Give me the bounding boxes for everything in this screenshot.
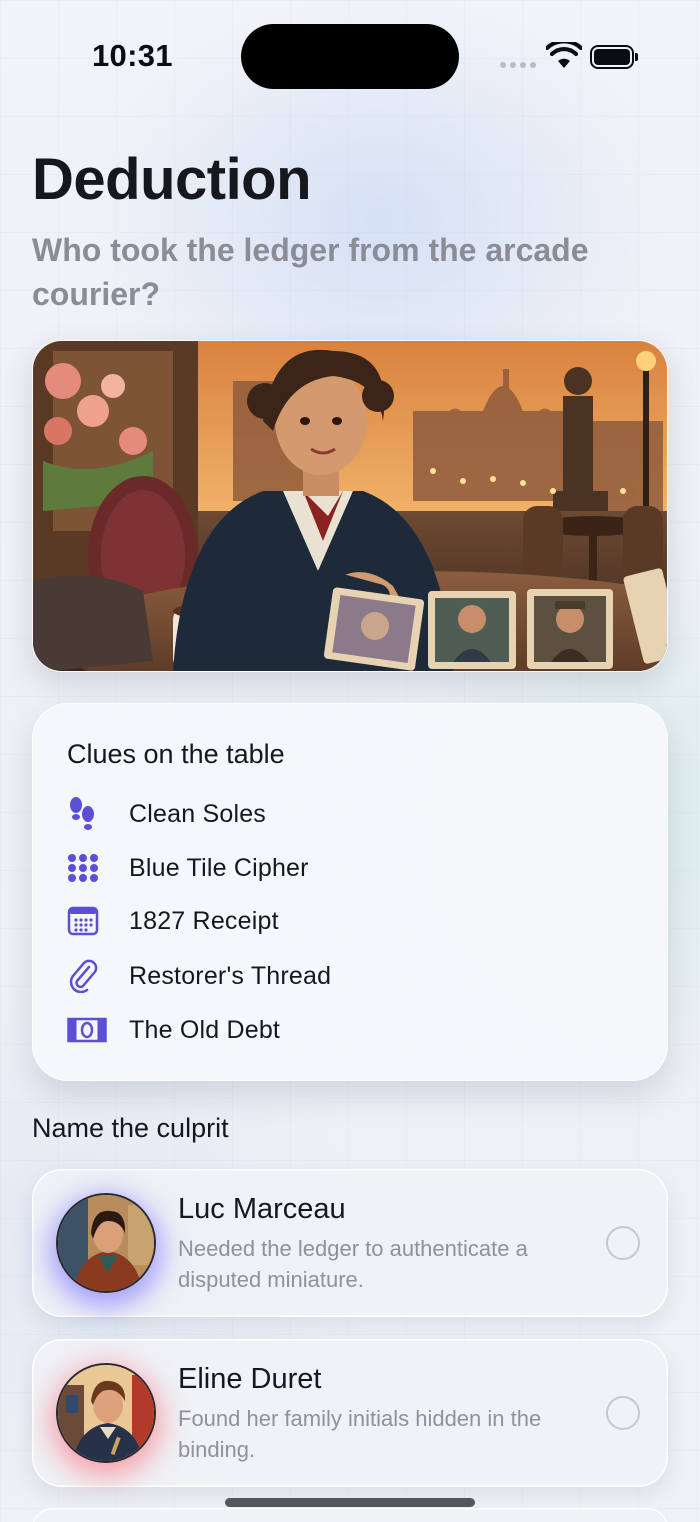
banknote-icon [67, 1010, 109, 1050]
radio-button[interactable] [606, 1226, 640, 1260]
section-label: Name the culprit [32, 1113, 229, 1143]
suspect-option-partial[interactable] [32, 1508, 668, 1522]
footprints-icon [67, 794, 109, 834]
status-time: 10:31 [92, 38, 173, 73]
radio-button[interactable] [606, 1396, 640, 1430]
suspect-option-luc-marceau[interactable]: Luc Marceau Needed the ledger to authent… [32, 1169, 668, 1317]
suspect-name: Eline Duret [178, 1363, 322, 1395]
suspect-name: Luc Marceau [178, 1193, 346, 1225]
hero-illustration [32, 340, 668, 672]
clue-label: Clean Soles [129, 799, 267, 828]
paperclip-icon [67, 956, 109, 996]
suspect-option-eline-duret[interactable]: Eline Duret Found her family initials hi… [32, 1339, 668, 1487]
home-indicator[interactable] [225, 1498, 475, 1507]
dynamic-island [241, 24, 459, 89]
clue-label: Restorer's Thread [129, 961, 332, 990]
clues-title: Clues on the table [67, 739, 285, 769]
page-title: Deduction [32, 147, 312, 212]
avatar [56, 1363, 156, 1463]
clue-item: Restorer's Thread [67, 956, 331, 996]
calendar-icon [67, 901, 109, 941]
clue-item: 1827 Receipt [67, 901, 279, 941]
battery-icon [590, 45, 638, 69]
clues-card: Clues on the table Clean Soles Blue Tile… [32, 703, 668, 1081]
page-subtitle: Who took the ledger from the arcade cour… [32, 232, 589, 312]
suspect-description: Found her family initials hidden in the … [178, 1406, 542, 1462]
clue-label: 1827 Receipt [129, 906, 279, 935]
clue-label: The Old Debt [129, 1015, 281, 1044]
suspect-description: Needed the ledger to authenticate a disp… [178, 1236, 528, 1292]
avatar [56, 1193, 156, 1293]
wifi-icon [546, 42, 582, 68]
clue-item: Clean Soles [67, 794, 266, 834]
cellular-signal-icon [500, 62, 536, 68]
clue-item: Blue Tile Cipher [67, 848, 309, 888]
tile-grid-icon [67, 848, 109, 888]
clue-label: Blue Tile Cipher [129, 853, 309, 882]
clue-item: The Old Debt [67, 1010, 280, 1050]
